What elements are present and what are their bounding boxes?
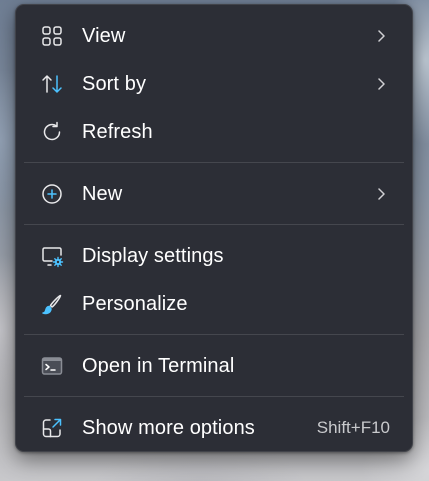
menu-item-label: Personalize — [82, 292, 188, 315]
sort-arrows-icon — [40, 72, 64, 96]
menu-separator — [24, 162, 404, 163]
display-settings-icon — [40, 244, 64, 268]
context-menu: View Sort by Refresh New Display setting… — [15, 4, 413, 452]
menu-item-label: View — [82, 24, 126, 47]
terminal-icon — [40, 354, 64, 378]
menu-item-label: Sort by — [82, 72, 147, 95]
menu-item-label: New — [82, 182, 123, 205]
menu-item-sort-by[interactable]: Sort by — [16, 60, 412, 108]
brush-icon — [40, 292, 64, 316]
menu-separator — [24, 224, 404, 225]
keyboard-shortcut: Shift+F10 — [316, 418, 390, 437]
menu-item-show-more-options[interactable]: Show more options Shift+F10 — [16, 404, 412, 452]
menu-item-label: Display settings — [82, 244, 224, 267]
menu-item-new[interactable]: New — [16, 170, 412, 218]
menu-item-label: Show more options — [82, 416, 255, 439]
refresh-icon — [40, 120, 64, 144]
menu-item-display-settings[interactable]: Display settings — [16, 232, 412, 280]
menu-separator — [24, 334, 404, 335]
menu-item-refresh[interactable]: Refresh — [16, 108, 412, 156]
plus-circle-icon — [40, 182, 64, 206]
grid-view-icon — [40, 24, 64, 48]
menu-item-label: Open in Terminal — [82, 354, 235, 377]
chevron-right-icon — [372, 185, 390, 203]
chevron-right-icon — [372, 75, 390, 93]
open-external-icon — [40, 416, 64, 440]
menu-item-personalize[interactable]: Personalize — [16, 280, 412, 328]
menu-item-open-in-terminal[interactable]: Open in Terminal — [16, 342, 412, 390]
menu-item-label: Refresh — [82, 120, 153, 143]
chevron-right-icon — [372, 27, 390, 45]
menu-item-view[interactable]: View — [16, 12, 412, 60]
menu-separator — [24, 396, 404, 397]
